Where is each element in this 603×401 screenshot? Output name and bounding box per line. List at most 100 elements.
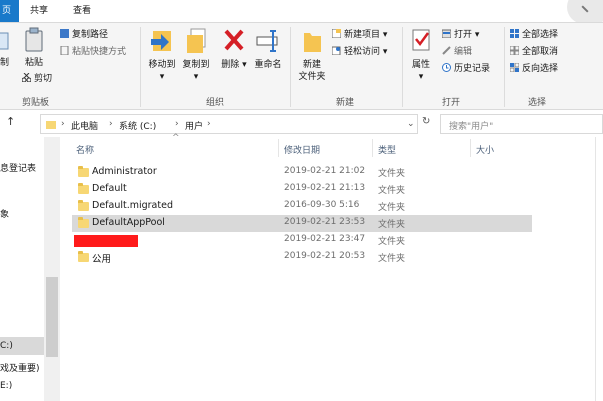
crumb-system-c[interactable]: 系统 (C:) — [119, 119, 156, 132]
table-row[interactable]: Default 2019-02-21 21:13 文件夹 — [72, 181, 532, 198]
new-item-label: 新建项目 — [344, 30, 381, 40]
properties-label: 属性 — [411, 60, 430, 70]
rename-label: 重命名 — [254, 60, 282, 70]
easy-access-label: 轻松访问 — [344, 47, 381, 57]
history-icon — [442, 63, 451, 72]
cut-button[interactable]: 剪切 — [22, 73, 52, 85]
nav-item[interactable]: 息登记表 — [0, 161, 36, 174]
edit-button[interactable]: 编辑 — [442, 46, 472, 58]
open-group-label: 打开 — [442, 98, 461, 108]
tab-share[interactable]: 共享 — [22, 0, 56, 22]
nav-scrollbar[interactable] — [44, 137, 60, 401]
copy-path-label: 复制路径 — [72, 30, 109, 40]
organize-group-label: 组织 — [206, 98, 225, 108]
paste-button[interactable]: 粘贴 — [20, 27, 48, 69]
nav-item-system-c[interactable]: C:) — [0, 341, 13, 351]
crumb-users[interactable]: 用户 — [185, 119, 203, 132]
file-name[interactable]: Administrator — [92, 166, 157, 177]
redacted-name-block — [74, 235, 138, 247]
file-type: 文件夹 — [378, 169, 406, 179]
clipboard-group-label: 剪贴板 — [22, 98, 50, 108]
table-row[interactable]: 2019-02-21 23:47 文件夹 — [72, 232, 532, 249]
sort-up-icon: ^ — [172, 133, 180, 143]
new-folder-label-1: 新建 — [302, 60, 321, 70]
table-row[interactable]: Default.migrated 2016-09-30 5:16 文件夹 — [72, 198, 532, 215]
new-item-icon — [332, 29, 341, 38]
group-divider — [290, 27, 291, 107]
delete-label: 删除 ▾ — [221, 60, 247, 70]
scissors-icon — [22, 73, 31, 82]
refresh-icon[interactable]: ↻ — [422, 116, 430, 127]
table-row[interactable]: Administrator 2019-02-21 21:02 文件夹 — [72, 164, 532, 181]
file-name[interactable]: Default — [92, 183, 127, 194]
move-to-label: 移动到 ▾ — [148, 60, 176, 82]
up-arrow-icon[interactable]: ↑ — [6, 115, 15, 128]
paste-label: 粘贴 — [24, 58, 43, 68]
new-group-label: 新建 — [336, 98, 355, 108]
cut-partial-label[interactable]: 制 — [0, 57, 9, 69]
column-header-type[interactable]: 类型 — [378, 143, 396, 156]
table-row[interactable]: 公用 2019-02-21 20:53 文件夹 — [72, 249, 532, 266]
select-all-icon — [510, 29, 519, 38]
column-divider[interactable] — [470, 139, 471, 157]
paste-shortcut-button[interactable]: 粘贴快捷方式 — [60, 46, 126, 58]
tab-file[interactable]: 页 — [0, 0, 19, 22]
history-button[interactable]: 历史记录 — [442, 63, 490, 75]
copy-to-label: 复制到 ▾ — [182, 60, 210, 82]
file-type: 文件夹 — [378, 186, 406, 196]
nav-scrollbar-thumb[interactable] — [46, 277, 58, 357]
folder-location-icon — [46, 121, 56, 129]
search-input[interactable]: 搜索"用户" — [440, 114, 603, 134]
move-to-button[interactable]: 移动到 ▾ — [146, 27, 178, 83]
column-header-date[interactable]: 修改日期 — [284, 143, 320, 156]
select-all-button[interactable]: 全部选择 — [510, 29, 558, 41]
rename-button[interactable]: 重命名 — [252, 27, 284, 71]
group-divider — [504, 27, 505, 107]
group-divider — [402, 27, 403, 107]
nav-item[interactable]: 戏及重要) — [0, 361, 40, 374]
file-date: 2019-02-21 23:47 — [284, 234, 366, 244]
easy-access-button[interactable]: 轻松访问 ▾ — [332, 46, 387, 58]
file-type: 文件夹 — [378, 237, 406, 247]
copy-to-icon — [187, 28, 206, 53]
delete-button[interactable]: 删除 ▾ — [220, 27, 248, 71]
file-name[interactable]: 公用 — [92, 251, 111, 265]
new-folder-icon — [304, 33, 321, 52]
column-header-size[interactable]: 大小 — [476, 143, 494, 156]
file-name[interactable]: Default.migrated — [92, 200, 173, 211]
new-folder-button[interactable]: 新建 文件夹 — [294, 27, 330, 83]
tab-view[interactable]: 查看 — [62, 0, 102, 22]
folder-icon — [78, 200, 89, 211]
file-list: ^ 名称 修改日期 类型 大小 Administrator 2019-02-21 … — [64, 133, 603, 401]
paste-shortcut-label: 粘贴快捷方式 — [72, 47, 127, 57]
clipboard-partial-icon — [0, 32, 9, 50]
column-divider[interactable] — [278, 139, 279, 157]
column-divider[interactable] — [372, 139, 373, 157]
edit-label: 编辑 — [454, 47, 473, 57]
history-label: 历史记录 — [454, 64, 491, 74]
crumb-this-pc[interactable]: 此电脑 — [71, 119, 98, 132]
folder-icon — [78, 183, 89, 194]
address-dropdown-icon[interactable]: ⌄ — [407, 119, 415, 129]
column-header-name[interactable]: 名称 — [76, 143, 94, 156]
file-date: 2016-09-30 5:16 — [284, 200, 360, 210]
properties-button[interactable]: 属性 ▾ — [406, 27, 436, 83]
address-bar[interactable]: › 此电脑 › 系统 (C:) › 用户 › ⌄ — [40, 114, 418, 134]
invert-selection-button[interactable]: 反向选择 — [510, 63, 558, 75]
nav-item[interactable]: 象 — [0, 207, 9, 220]
crumb-separator-icon: › — [61, 119, 65, 129]
select-none-button[interactable]: 全部取消 — [510, 46, 558, 58]
file-name[interactable]: DefaultAppPool — [92, 217, 165, 228]
select-group-label: 选择 — [528, 98, 547, 108]
help-icon[interactable] — [567, 0, 603, 24]
nav-item[interactable]: E:) — [0, 381, 12, 391]
open-button[interactable]: 打开 ▾ — [442, 29, 479, 41]
copy-to-button[interactable]: 复制到 ▾ — [180, 27, 212, 83]
properties-icon — [412, 29, 430, 51]
copy-path-button[interactable]: 复制路径 — [60, 29, 108, 41]
new-item-button[interactable]: 新建项目 ▾ — [332, 29, 387, 41]
file-date: 2019-02-21 21:13 — [284, 183, 366, 193]
table-row[interactable]: DefaultAppPool 2019-02-21 23:53 文件夹 — [72, 215, 532, 232]
file-type: 文件夹 — [378, 220, 406, 230]
paste-icon — [25, 27, 43, 52]
